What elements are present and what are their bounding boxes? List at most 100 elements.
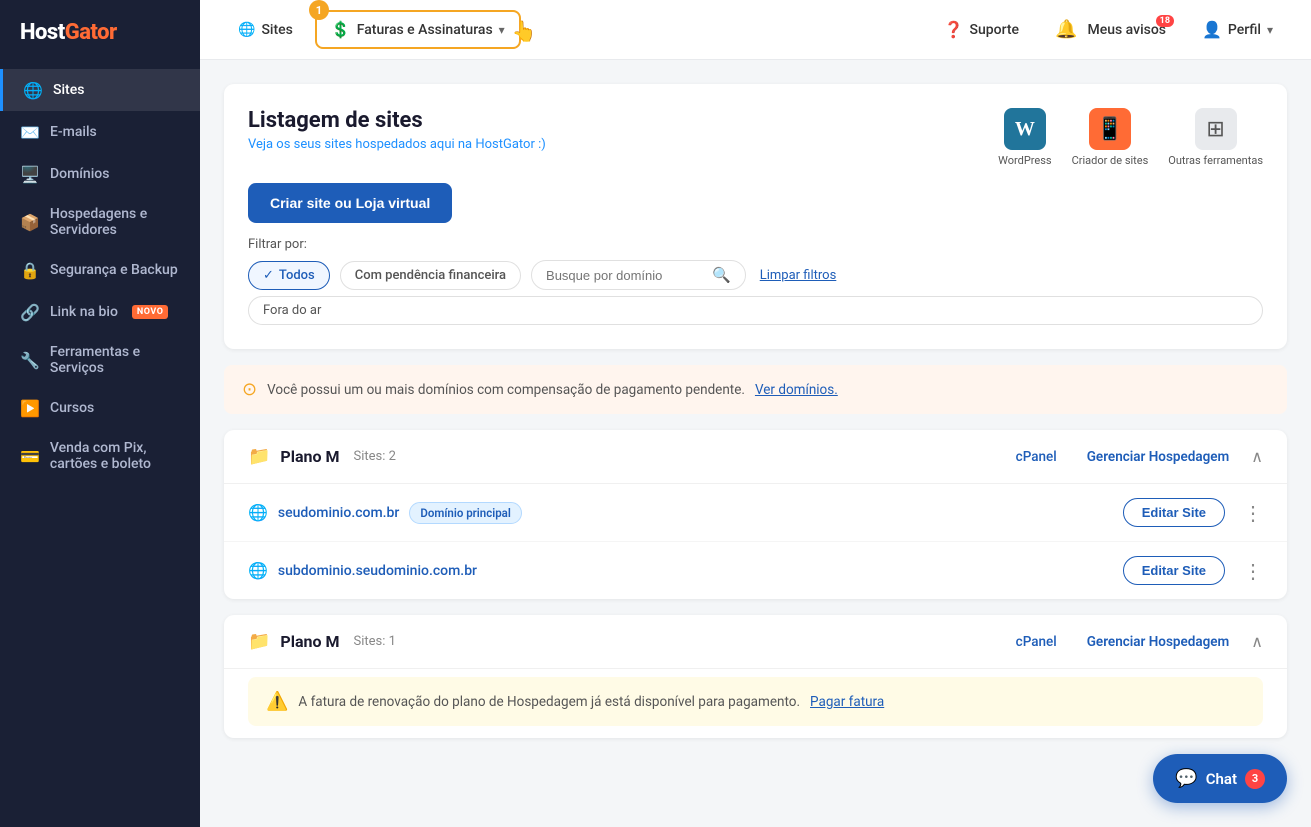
topnav-faturas[interactable]: 1 💲 Faturas e Assinaturas ▾ 👆 bbox=[315, 10, 521, 49]
email-icon: ✉️ bbox=[20, 122, 40, 142]
sidebar-item-label: Link na bio bbox=[50, 304, 118, 320]
globe-icon: 🌐 bbox=[23, 80, 43, 100]
plan-section-2: 📁 Plano M Sites: 1 cPanel Gerenciar Hosp… bbox=[224, 615, 1287, 738]
outras-label: Outras ferramentas bbox=[1168, 154, 1263, 167]
tool-criador[interactable]: 📱 Criador de sites bbox=[1072, 108, 1149, 167]
topnav-avisos[interactable]: 🔔 18 Meus avisos bbox=[1041, 11, 1180, 48]
topnav-suporte[interactable]: ❓ Suporte bbox=[930, 12, 1033, 47]
topnav-perfil[interactable]: 👤 Perfil ▾ bbox=[1188, 12, 1287, 47]
tool-outras[interactable]: ⊞ Outras ferramentas bbox=[1168, 108, 1263, 167]
plan-header-2: 📁 Plano M Sites: 1 cPanel Gerenciar Hosp… bbox=[224, 615, 1287, 669]
topnav-perfil-label: Perfil bbox=[1228, 22, 1261, 38]
site-url-2[interactable]: subdominio.seudominio.com.br bbox=[278, 563, 477, 579]
manage-btn-1[interactable]: Gerenciar Hospedagem bbox=[1087, 449, 1230, 465]
edit-site-btn-2[interactable]: Editar Site bbox=[1123, 556, 1225, 585]
plan-name-2: Plano M bbox=[280, 632, 339, 651]
alert-link[interactable]: Ver domínios. bbox=[755, 382, 838, 398]
sidebar-item-ferramentas[interactable]: 🔧 Ferramentas e Serviços bbox=[0, 333, 200, 387]
chat-label: Chat bbox=[1206, 770, 1237, 788]
filter-label: Filtrar por: bbox=[248, 237, 1263, 252]
edit-site-btn-1[interactable]: Editar Site bbox=[1123, 498, 1225, 527]
notif-badge: 18 bbox=[1156, 15, 1174, 27]
search-wrap: 🔍 bbox=[531, 260, 746, 290]
plan-sites-count-1: Sites: 2 bbox=[354, 449, 396, 464]
more-options-icon-2[interactable]: ⋮ bbox=[1243, 559, 1263, 583]
lock-icon: 🔒 bbox=[20, 260, 40, 280]
site-globe-icon: 🌐 bbox=[248, 503, 268, 522]
sidebar-item-venda[interactable]: 💳 Venda com Pix, cartões e boleto bbox=[0, 429, 200, 483]
play-icon: ▶️ bbox=[20, 398, 40, 418]
sidebar-item-label: Venda com Pix, cartões e boleto bbox=[50, 440, 180, 472]
wordpress-label: WordPress bbox=[998, 154, 1051, 167]
filter-pendencia[interactable]: Com pendência financeira bbox=[340, 261, 521, 290]
site-url-1[interactable]: seudominio.com.br bbox=[278, 505, 399, 521]
filter-fora[interactable]: Fora do ar bbox=[248, 296, 1263, 325]
filter-pendencia-label: Com pendência financeira bbox=[355, 268, 506, 283]
clear-filters-link[interactable]: Limpar filtros bbox=[760, 268, 837, 283]
manage-btn-2[interactable]: Gerenciar Hospedagem bbox=[1087, 634, 1230, 650]
sidebar-nav: 🌐 Sites ✉️ E-mails 🖥️ Domínios 📦 Hospeda… bbox=[0, 69, 200, 827]
cpanel-link-1[interactable]: cPanel bbox=[1016, 449, 1057, 465]
alert-message: Você possui um ou mais domínios com comp… bbox=[267, 382, 745, 398]
listagem-subtitle: Veja os seus sites hospedados aqui na Ho… bbox=[248, 137, 546, 152]
topnav-sites[interactable]: 🌐 Sites bbox=[224, 14, 307, 46]
tools-row: W WordPress 📱 Criador de sites ⊞ Outras … bbox=[998, 108, 1263, 167]
user-icon: 👤 bbox=[1202, 20, 1222, 39]
sidebar-item-label: Hospedagens e Servidores bbox=[50, 206, 180, 238]
link-icon: 🔗 bbox=[20, 302, 40, 322]
novo-badge: NOVO bbox=[132, 305, 169, 319]
chat-button[interactable]: 💬 Chat 3 bbox=[1153, 754, 1287, 803]
listagem-card: Listagem de sites Veja os seus sites hos… bbox=[224, 84, 1287, 349]
plan-warning-2: ⚠️ A fatura de renovação do plano de Hos… bbox=[248, 677, 1263, 726]
sidebar-item-label: E-mails bbox=[50, 124, 97, 140]
dollar-icon: 💲 bbox=[331, 20, 351, 39]
main-domain-badge: Domínio principal bbox=[409, 502, 521, 524]
main-area: 🌐 Sites 1 💲 Faturas e Assinaturas ▾ 👆 ❓ … bbox=[200, 0, 1311, 827]
plan-chevron-2[interactable]: ∧ bbox=[1251, 632, 1263, 651]
sidebar-logo: HostGator bbox=[0, 0, 200, 69]
cpanel-link-2[interactable]: cPanel bbox=[1016, 634, 1057, 650]
sidebar-item-sites[interactable]: 🌐 Sites bbox=[0, 69, 200, 111]
wordpress-icon: W bbox=[1004, 108, 1046, 150]
sidebar-item-hospedagens[interactable]: 📦 Hospedagens e Servidores bbox=[0, 195, 200, 249]
sidebar-item-emails[interactable]: ✉️ E-mails bbox=[0, 111, 200, 153]
criar-site-button[interactable]: Criar site ou Loja virtual bbox=[248, 183, 452, 223]
sidebar-item-linkbio[interactable]: 🔗 Link na bio NOVO bbox=[0, 291, 200, 333]
alert-banner: ⊙ Você possui um ou mais domínios com co… bbox=[224, 365, 1287, 414]
search-icon: 🔍 bbox=[712, 266, 731, 284]
plan-chevron-1[interactable]: ∧ bbox=[1251, 447, 1263, 466]
more-options-icon-1[interactable]: ⋮ bbox=[1243, 501, 1263, 525]
step-badge: 1 bbox=[309, 0, 329, 20]
chevron-down-icon: ▾ bbox=[499, 23, 505, 37]
topnav-sites-label: Sites bbox=[261, 22, 292, 38]
folder-icon-2: 📁 bbox=[248, 631, 270, 652]
monitor-icon: 🖥️ bbox=[20, 164, 40, 184]
tools-icon: 🔧 bbox=[20, 350, 40, 370]
plan-name-1: Plano M bbox=[280, 447, 339, 466]
search-input[interactable] bbox=[546, 268, 706, 283]
warning-icon: ⚠️ bbox=[266, 691, 288, 712]
cursor-hand-icon: 👆 bbox=[512, 19, 537, 43]
sidebar-item-dominios[interactable]: 🖥️ Domínios bbox=[0, 153, 200, 195]
card-icon: 💳 bbox=[20, 446, 40, 466]
listagem-title: Listagem de sites bbox=[248, 108, 546, 133]
plan-header-1: 📁 Plano M Sites: 2 cPanel Gerenciar Hosp… bbox=[224, 430, 1287, 484]
filter-row: ✓ Todos Com pendência financeira 🔍 Limpa… bbox=[248, 260, 1263, 290]
sidebar-item-seguranca[interactable]: 🔒 Segurança e Backup bbox=[0, 249, 200, 291]
alert-icon: ⊙ bbox=[242, 379, 257, 400]
criador-icon: 📱 bbox=[1089, 108, 1131, 150]
filter-todos[interactable]: ✓ Todos bbox=[248, 261, 330, 290]
sites-globe-icon: 🌐 bbox=[238, 22, 255, 38]
pagar-fatura-link[interactable]: Pagar fatura bbox=[810, 694, 884, 710]
topnav: 🌐 Sites 1 💲 Faturas e Assinaturas ▾ 👆 ❓ … bbox=[200, 0, 1311, 60]
content-area: Listagem de sites Veja os seus sites hos… bbox=[200, 60, 1311, 827]
criador-label: Criador de sites bbox=[1072, 154, 1149, 167]
sidebar-item-cursos[interactable]: ▶️ Cursos bbox=[0, 387, 200, 429]
site-row: 🌐 seudominio.com.br Domínio principal Ed… bbox=[224, 484, 1287, 542]
sidebar: HostGator 🌐 Sites ✉️ E-mails 🖥️ Domínios… bbox=[0, 0, 200, 827]
tool-wordpress[interactable]: W WordPress bbox=[998, 108, 1051, 167]
outras-icon: ⊞ bbox=[1195, 108, 1237, 150]
sidebar-item-label: Segurança e Backup bbox=[50, 262, 178, 278]
filter-fora-label: Fora do ar bbox=[263, 303, 321, 318]
bell-icon: 🔔 bbox=[1055, 19, 1077, 40]
